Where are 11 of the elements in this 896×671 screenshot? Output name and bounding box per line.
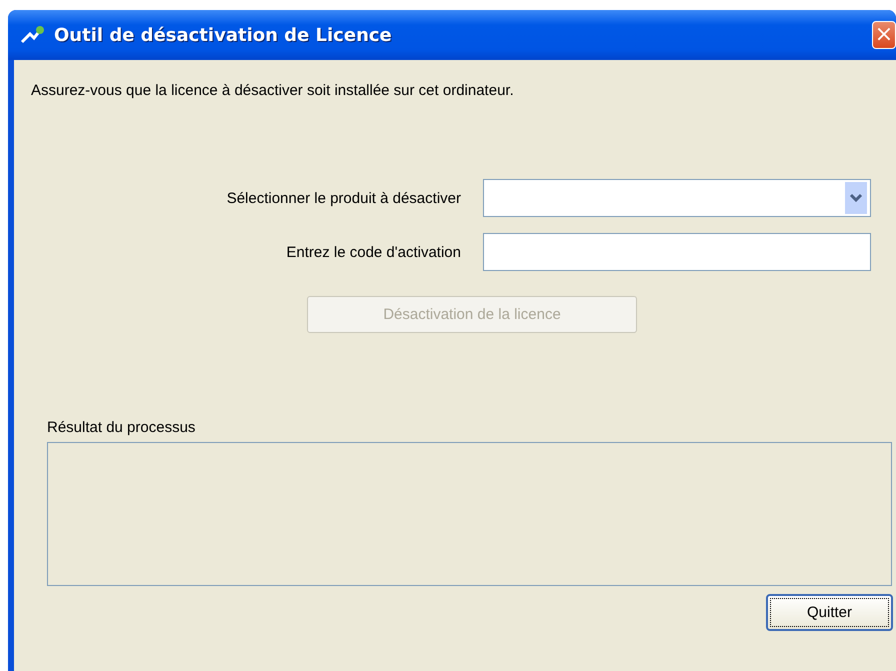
- activation-code-field[interactable]: [483, 233, 871, 271]
- app-icon: [20, 24, 46, 46]
- code-label: Entrez le code d'activation: [285, 244, 461, 260]
- quit-button[interactable]: Quitter: [766, 594, 893, 631]
- product-label: Sélectionner le produit à désactiver: [226, 190, 461, 206]
- window-title: Outil de désactivation de Licence: [54, 24, 393, 46]
- result-label: Résultat du processus: [47, 419, 196, 436]
- product-select[interactable]: [483, 179, 871, 217]
- chevron-down-icon: [845, 182, 867, 214]
- close-button[interactable]: ×: [872, 21, 896, 49]
- instruction-text: Assurez-vous que la licence à désactiver soit installée sur cet ordinateur.: [31, 82, 515, 99]
